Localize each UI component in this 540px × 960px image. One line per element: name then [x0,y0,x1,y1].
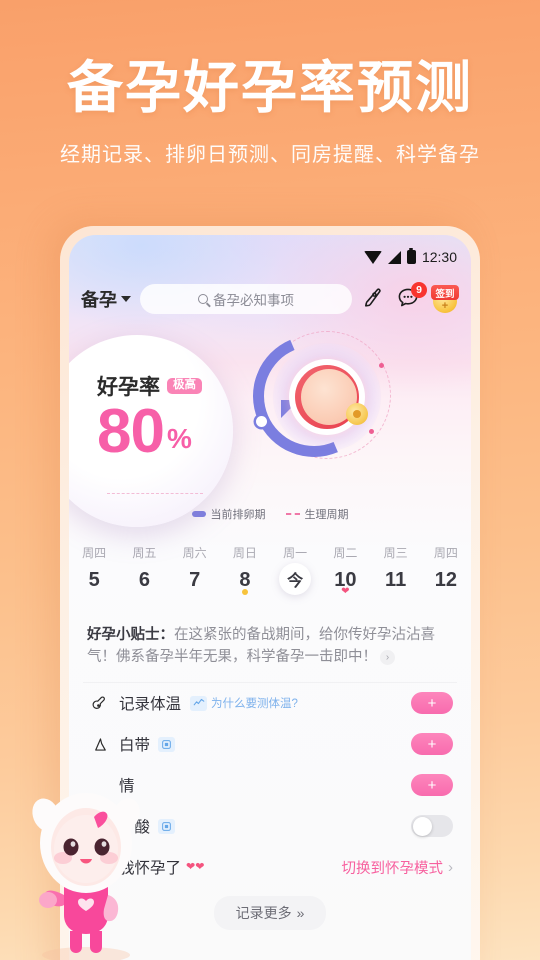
note-icon[interactable] [158,818,176,834]
signin-label: 签到 [431,285,459,300]
calendar-weekday: 周四 [82,546,107,560]
add-discharge-button[interactable]: + [411,733,453,756]
chat-button[interactable]: 9 [396,282,427,312]
calendar-day[interactable]: 周二 10 ❤ [320,538,370,612]
page-title: 备孕好孕率预测 [67,56,473,119]
legend-swatch-solid [191,511,206,517]
tip-box[interactable]: 好孕小贴士：在这紧张的备战期间，给你传好孕沾沾喜气！佛系备孕半年无果，科学备孕一… [83,612,457,683]
calendar-date: 5 [88,569,100,591]
page-subtitle: 经期记录、排卵日预测、同房提醒、科学备孕 [60,144,480,167]
temperature-help-text: 为什么要测体温? [211,698,298,711]
record-more-button[interactable]: 记录更多 » [213,895,327,930]
double-chevron-right-icon: » [296,904,305,921]
calendar-day[interactable]: 周日 8 [220,538,270,612]
calendar-day[interactable]: 周四 5 [69,538,119,612]
status-bar: 12:30 [363,247,457,265]
calendar-day[interactable]: 周五 6 [119,538,169,612]
calendar-day[interactable]: 周三 11 [371,538,421,612]
pregnancy-rate-content: 好孕率 极高 80 % [97,371,225,462]
chat-badge: 9 [411,282,427,298]
calendar-weekday: 周三 [383,546,408,560]
temperature-help-link[interactable]: 为什么要测体温? [190,695,298,711]
ovulation-ring[interactable] [234,316,397,476]
rate-divider [107,493,203,494]
week-calendar-strip: 周四 5 周五 6 周六 7 周日 8 周一 今 周二 10 ❤ 周三 11 周… [69,538,471,612]
add-temperature-button[interactable]: + [411,692,453,715]
calendar-today-pill: 今 [279,563,312,595]
tip-text: 好孕小贴士：在这紧张的备战期间，给你传好孕沾沾喜气！佛系备孕半年无果，科学备孕一… [87,624,453,669]
pen-icon [365,288,381,307]
calendar-weekday: 周四 [433,546,458,560]
calendar-date: 7 [189,569,201,591]
search-input[interactable]: 备孕必知事项 [140,284,352,314]
calendar-weekday: 周日 [232,546,257,560]
calendar-date: 12 [434,569,457,591]
record-label: 白带 [119,737,151,755]
pregnancy-rate-value: 80 [97,397,165,466]
calendar-day[interactable]: 周四 12 [421,538,471,612]
cycle-marker-dot [379,363,384,368]
calendar-day-today[interactable]: 周一 今 [270,538,320,612]
pregnancy-rate-unit: % [166,422,192,454]
record-label: 记录体温 [119,696,182,714]
pen-button[interactable] [361,286,387,312]
record-row-discharge[interactable]: 白带 + [83,724,457,765]
mode-selector[interactable]: 备孕 [81,286,131,312]
chart-icon [190,695,208,711]
sperm-icon [346,403,368,425]
calendar-marker-dot [241,589,248,595]
chevron-down-icon [121,296,131,302]
switch-to-pregnancy-mode-link[interactable]: 切换到怀孕模式 › [342,857,454,878]
record-row-temperature[interactable]: 记录体温 为什么要测体温? + [83,683,457,724]
calendar-weekday: 周一 [283,546,308,560]
note-icon[interactable] [158,736,176,752]
mode-selector-label: 备孕 [81,290,117,310]
app-bar: 备孕 备孕必知事项 9 + 签到 [69,279,471,319]
tip-title: 好孕小贴士： [87,627,174,643]
search-placeholder: 备孕必知事项 [213,293,294,308]
discharge-icon [87,735,113,754]
add-mood-button[interactable]: + [411,774,453,797]
hearts-icon: ❤❤ [186,860,205,873]
ovulation-progress-handle[interactable] [256,416,267,427]
battery-icon [406,247,416,264]
legend-swatch-dashed [285,513,300,515]
legend-item-ovulation: 当前排卵期 [191,506,266,522]
record-more-label: 记录更多 [235,904,292,921]
calendar-date: 11 [385,569,407,591]
promo-header: 备孕好孕率预测 经期记录、排卵日预测、同房提醒、科学备孕 [0,0,540,167]
folic-acid-toggle[interactable] [411,815,453,838]
signal-icon [387,250,401,264]
calendar-weekday: 周五 [132,546,157,560]
chevron-right-icon[interactable]: › [380,650,395,666]
legend-label: 当前排卵期 [210,509,266,521]
switch-link-label: 切换到怀孕模式 [341,860,444,877]
heart-icon: ❤ [341,586,350,597]
status-badge: 极高 [167,377,202,395]
calendar-date: 6 [138,569,150,591]
chevron-right-icon: › [448,858,453,876]
calendar-day[interactable]: 周六 7 [170,538,220,612]
pregnancy-rate-value-group: 80 % [97,397,225,466]
thermometer-icon [87,694,113,713]
calendar-weekday: 周二 [333,546,358,560]
wifi-icon [363,250,382,264]
legend-item-cycle: 生理周期 [285,506,349,522]
legend-label: 生理周期 [304,509,349,521]
status-bar-time: 12:30 [421,249,457,265]
calendar-date: 8 [239,569,251,591]
mascot-character [32,793,140,960]
search-icon [198,294,208,304]
signin-button[interactable]: 签到 [431,285,459,313]
calendar-weekday: 周六 [182,546,207,560]
